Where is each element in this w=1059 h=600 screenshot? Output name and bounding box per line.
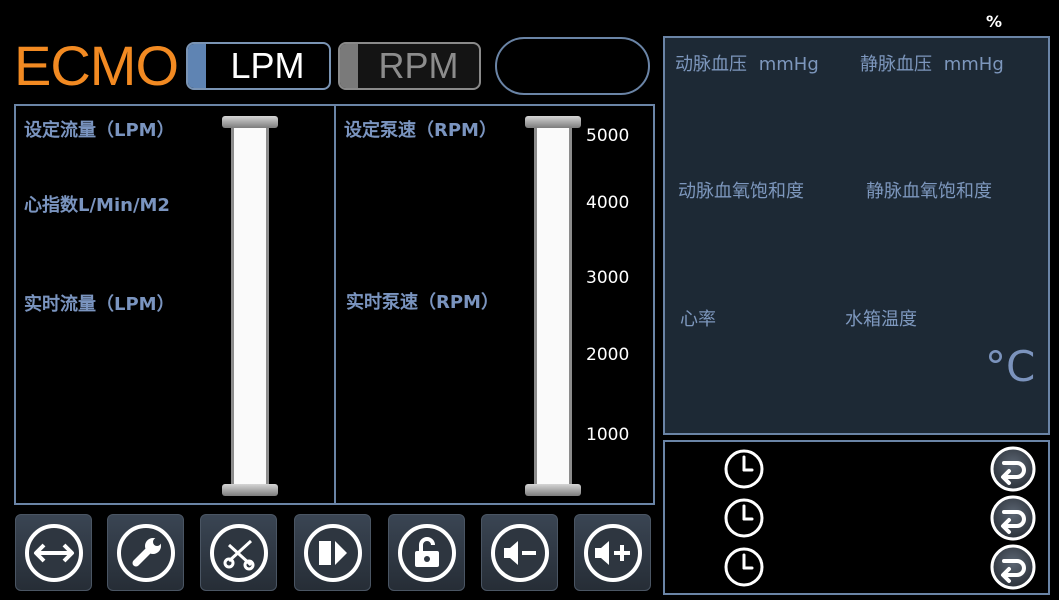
temp-unit: °C — [985, 342, 1036, 391]
set-speed-label: 设定泵速（RPM） — [344, 120, 497, 141]
next-button[interactable] — [294, 514, 371, 591]
clock-icon[interactable] — [723, 448, 765, 494]
venous-saturation-label: 静脉血氧饱和度 — [866, 181, 992, 202]
flow-slider-bottom-cap — [222, 484, 278, 496]
arterial-pressure-name: 动脉血压 — [675, 54, 747, 75]
speed-slider-bottom-cap — [525, 484, 581, 496]
double-arrow-icon — [24, 523, 83, 582]
volume-up-icon — [583, 523, 642, 582]
arterial-pressure-unit: mmHg — [758, 54, 819, 75]
water-temp-label: 水箱温度 — [845, 309, 917, 330]
flow-slider-top-cap — [222, 116, 278, 128]
venous-pressure-unit: mmHg — [943, 54, 1004, 75]
arterial-pressure-label: 动脉血压 mmHg — [675, 50, 819, 76]
speed-slider-track[interactable] — [534, 128, 572, 484]
volume-down-icon — [490, 523, 549, 582]
speed-scale-3000: 3000 — [586, 268, 630, 288]
speed-scale-4000: 4000 — [586, 193, 630, 213]
cardiac-index-label: 心指数L/Min/M2 — [24, 195, 170, 216]
venous-pressure-name: 静脉血压 — [860, 54, 932, 75]
return-icon[interactable] — [990, 495, 1036, 545]
realtime-speed-label: 实时泵速（RPM） — [346, 292, 499, 313]
settings-button[interactable] — [107, 514, 184, 591]
mode-rpm-button[interactable]: RPM — [338, 42, 481, 90]
speed-slider-top-cap — [525, 116, 581, 128]
mode-lpm-indicator — [188, 44, 206, 88]
speed-scale-5000: 5000 — [586, 126, 630, 146]
wrench-icon — [116, 523, 175, 582]
cut-button[interactable] — [200, 514, 277, 591]
unlock-icon — [397, 523, 456, 582]
mode-lpm-label: LPM — [230, 45, 305, 86]
panel-divider — [334, 106, 336, 503]
heart-rate-label: 心率 — [680, 309, 716, 330]
return-icon[interactable] — [990, 446, 1036, 496]
clock-icon[interactable] — [723, 497, 765, 543]
venous-pressure-label: 静脉血压 mmHg — [860, 50, 1004, 76]
flow-slider[interactable] — [222, 116, 278, 496]
arterial-saturation-label: 动脉血氧饱和度 — [678, 181, 804, 202]
toggle-direction-button[interactable] — [15, 514, 92, 591]
mode-lpm-button[interactable]: LPM — [186, 42, 331, 90]
volume-up-button[interactable] — [574, 514, 651, 591]
mode-rpm-label: RPM — [378, 45, 459, 86]
scissors-icon — [209, 523, 268, 582]
clock-icon[interactable] — [723, 546, 765, 592]
ecmo-logo: ECMO — [14, 34, 179, 97]
next-icon — [303, 523, 362, 582]
realtime-flow-label: 实时流量（LPM） — [24, 294, 175, 315]
speed-scale-2000: 2000 — [586, 345, 630, 365]
mode-rpm-indicator — [340, 44, 358, 88]
flow-slider-track[interactable] — [231, 128, 269, 484]
speed-scale-1000: 1000 — [586, 425, 630, 445]
status-display — [495, 37, 650, 95]
speed-slider[interactable] — [525, 116, 581, 496]
volume-down-button[interactable] — [481, 514, 558, 591]
set-flow-label: 设定流量（LPM） — [24, 120, 175, 141]
return-icon[interactable] — [990, 544, 1036, 594]
unlock-button[interactable] — [388, 514, 465, 591]
percent-symbol: % — [986, 12, 1003, 31]
